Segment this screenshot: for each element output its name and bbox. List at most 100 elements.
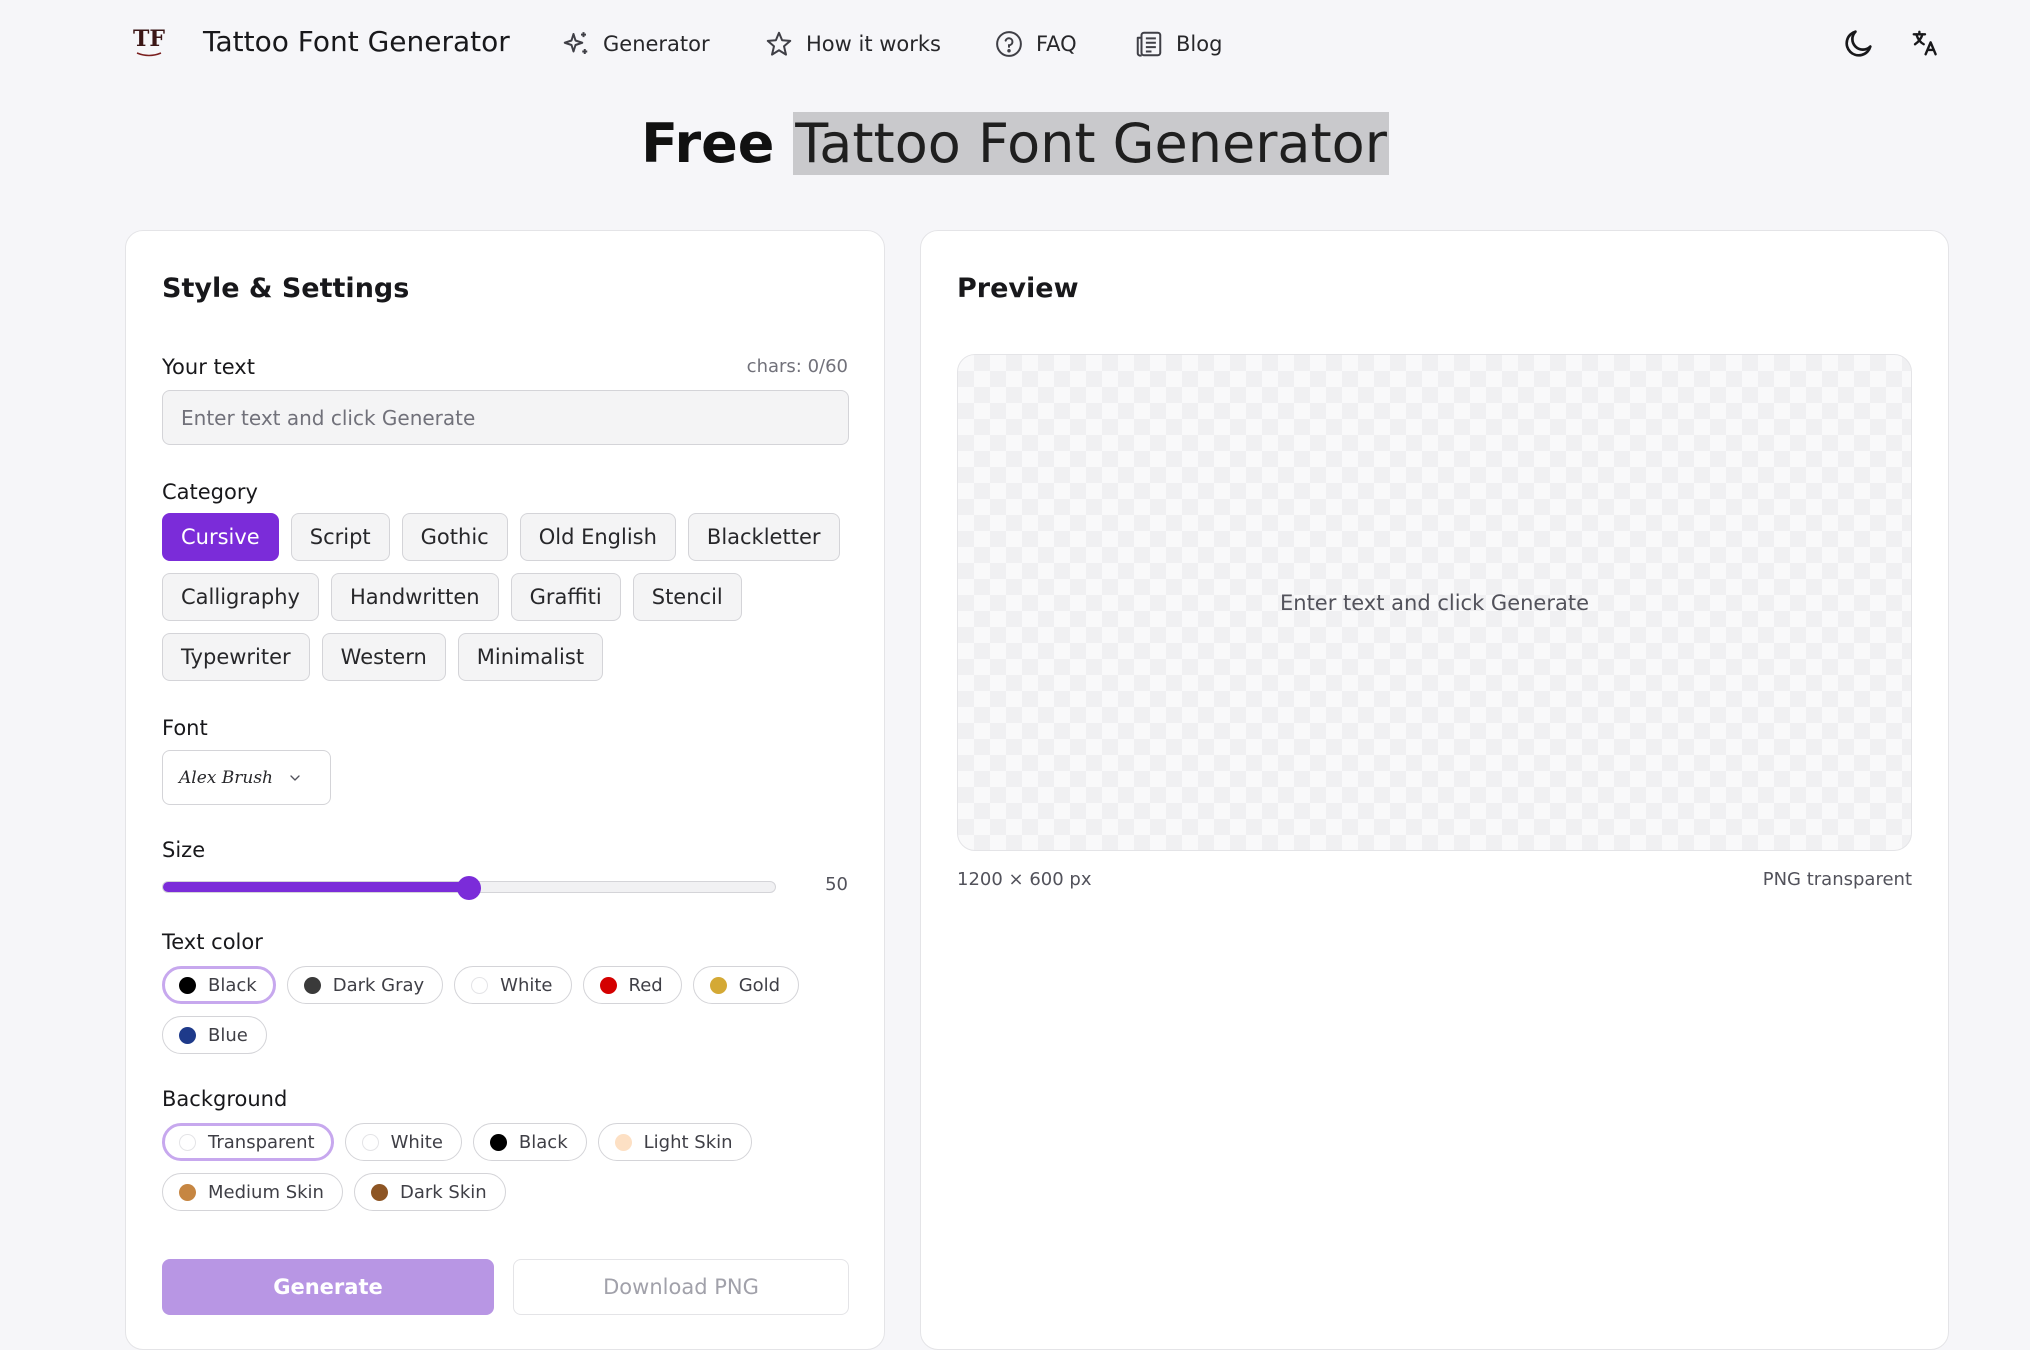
text-color-black[interactable]: Black [162, 966, 276, 1004]
pill-label: White [500, 974, 553, 996]
font-select-value: Alex Brush [179, 767, 274, 788]
background-black[interactable]: Black [472, 1123, 587, 1161]
star-outline-icon [766, 31, 792, 56]
category-row-3: Typewriter Western Minimalist [162, 633, 604, 681]
help-circle-icon [996, 31, 1022, 57]
pill-label: Dark Skin [399, 1181, 487, 1203]
category-chip-graffiti[interactable]: Graffiti [510, 573, 621, 621]
nav-label: How it works [806, 32, 941, 56]
nav-label: FAQ [1036, 32, 1077, 56]
background-white[interactable]: White [344, 1123, 462, 1161]
background-dark-skin[interactable]: Dark Skin [353, 1173, 506, 1211]
text-color-blue[interactable]: Blue [162, 1016, 267, 1054]
text-color-red[interactable]: Red [582, 966, 682, 1004]
logo[interactable]: TF [128, 20, 170, 64]
category-chip-script[interactable]: Script [290, 513, 390, 561]
size-value: 50 [825, 874, 848, 895]
settings-heading: Style & Settings [162, 273, 410, 304]
pill-label: White [390, 1131, 443, 1153]
pill-label: Blue [208, 1024, 248, 1046]
translate-icon[interactable] [1906, 24, 1944, 62]
category-row-2: Calligraphy Handwritten Graffiti Stencil [162, 573, 742, 621]
pill-label: Red [628, 974, 663, 996]
brand-name[interactable]: Tattoo Font Generator [203, 25, 510, 58]
title-highlight: Tattoo Font Generator [793, 112, 1389, 175]
pill-label: Dark Gray [332, 974, 425, 996]
text-color-gold[interactable]: Gold [692, 966, 800, 1004]
font-select[interactable]: Alex Brush [162, 750, 331, 805]
generate-button[interactable]: Generate [162, 1259, 494, 1315]
color-swatch [614, 1133, 632, 1151]
color-swatch [179, 1133, 196, 1151]
category-chip-handwritten[interactable]: Handwritten [330, 573, 499, 621]
chars-counter: chars: 0/60 [746, 356, 848, 377]
category-chip-blackletter[interactable]: Blackletter [687, 513, 840, 561]
color-swatch [179, 1183, 196, 1201]
category-row-1: Cursive Script Gothic Old English Blackl… [162, 513, 840, 561]
preview-canvas: Enter text and click Generate [957, 354, 1912, 851]
nav-label: Blog [1176, 32, 1223, 56]
background-row-1: Transparent White Black Light Skin [162, 1123, 752, 1161]
pill-label: Gold [738, 974, 781, 996]
preview-dimensions: 1200 × 600 px [957, 869, 1092, 890]
category-label: Category [162, 480, 258, 504]
text-input[interactable] [162, 390, 849, 445]
font-label: Font [162, 716, 208, 740]
nav-label: Generator [603, 32, 710, 56]
newspaper-icon [1136, 31, 1162, 57]
nav-generator[interactable]: Generator [561, 24, 710, 64]
category-chip-cursive[interactable]: Cursive [162, 513, 279, 561]
color-swatch [471, 976, 489, 994]
pill-label: Black [518, 1131, 568, 1153]
nav-faq[interactable]: FAQ [994, 24, 1077, 64]
title-prefix: Free [641, 112, 775, 175]
size-label: Size [162, 838, 206, 862]
chevron-down-icon [290, 774, 300, 781]
category-chip-typewriter[interactable]: Typewriter [162, 633, 310, 681]
site-header: TF Tattoo Font Generator Generator How i… [0, 0, 2030, 86]
color-swatch [179, 1026, 196, 1044]
color-swatch [709, 976, 727, 994]
color-swatch [303, 976, 321, 994]
category-chip-old-english[interactable]: Old English [519, 513, 676, 561]
pill-label: Transparent [208, 1131, 315, 1153]
text-label: Your text [162, 355, 255, 379]
size-slider-thumb[interactable] [457, 876, 481, 900]
text-color-row-1: Black Dark Gray White Red Gold [162, 966, 800, 1004]
color-swatch [361, 1133, 379, 1151]
background-transparent[interactable]: Transparent [162, 1123, 334, 1161]
pill-label: Black [208, 974, 257, 996]
preview-message: Enter text and click Generate [1279, 590, 1590, 615]
preview-format: PNG transparent [1762, 869, 1912, 890]
category-chip-stencil[interactable]: Stencil [632, 573, 742, 621]
category-chip-gothic[interactable]: Gothic [401, 513, 508, 561]
moon-icon[interactable] [1840, 24, 1878, 62]
page-title: Free Tattoo Font Generator [0, 112, 2030, 175]
download-png-button[interactable]: Download PNG [513, 1259, 849, 1315]
text-color-dark-gray[interactable]: Dark Gray [286, 966, 444, 1004]
text-color-row-2: Blue [162, 1016, 267, 1054]
settings-panel: Style & Settings Your text chars: 0/60 C… [125, 230, 885, 1350]
preview-panel: Preview Enter text and click Generate 12… [920, 230, 1949, 1350]
background-row-2: Medium Skin Dark Skin [162, 1173, 506, 1211]
pill-label: Light Skin [643, 1131, 733, 1153]
category-chip-western[interactable]: Western [321, 633, 446, 681]
logo-mark: TF [133, 26, 165, 52]
color-swatch [489, 1133, 507, 1151]
nav-how-it-works[interactable]: How it works [764, 24, 941, 64]
background-medium-skin[interactable]: Medium Skin [162, 1173, 343, 1211]
color-swatch [599, 976, 617, 994]
sparkles-icon [563, 32, 588, 54]
preview-heading: Preview [957, 273, 1079, 304]
color-swatch [370, 1183, 388, 1201]
category-chip-minimalist[interactable]: Minimalist [457, 633, 604, 681]
text-color-white[interactable]: White [454, 966, 572, 1004]
text-color-label: Text color [162, 930, 263, 954]
background-light-skin[interactable]: Light Skin [597, 1123, 752, 1161]
nav-blog[interactable]: Blog [1134, 24, 1222, 64]
pill-label: Medium Skin [208, 1181, 324, 1203]
color-swatch [179, 976, 196, 994]
background-label: Background [162, 1087, 288, 1111]
category-chip-calligraphy[interactable]: Calligraphy [162, 573, 319, 621]
size-slider-fill [163, 882, 469, 892]
